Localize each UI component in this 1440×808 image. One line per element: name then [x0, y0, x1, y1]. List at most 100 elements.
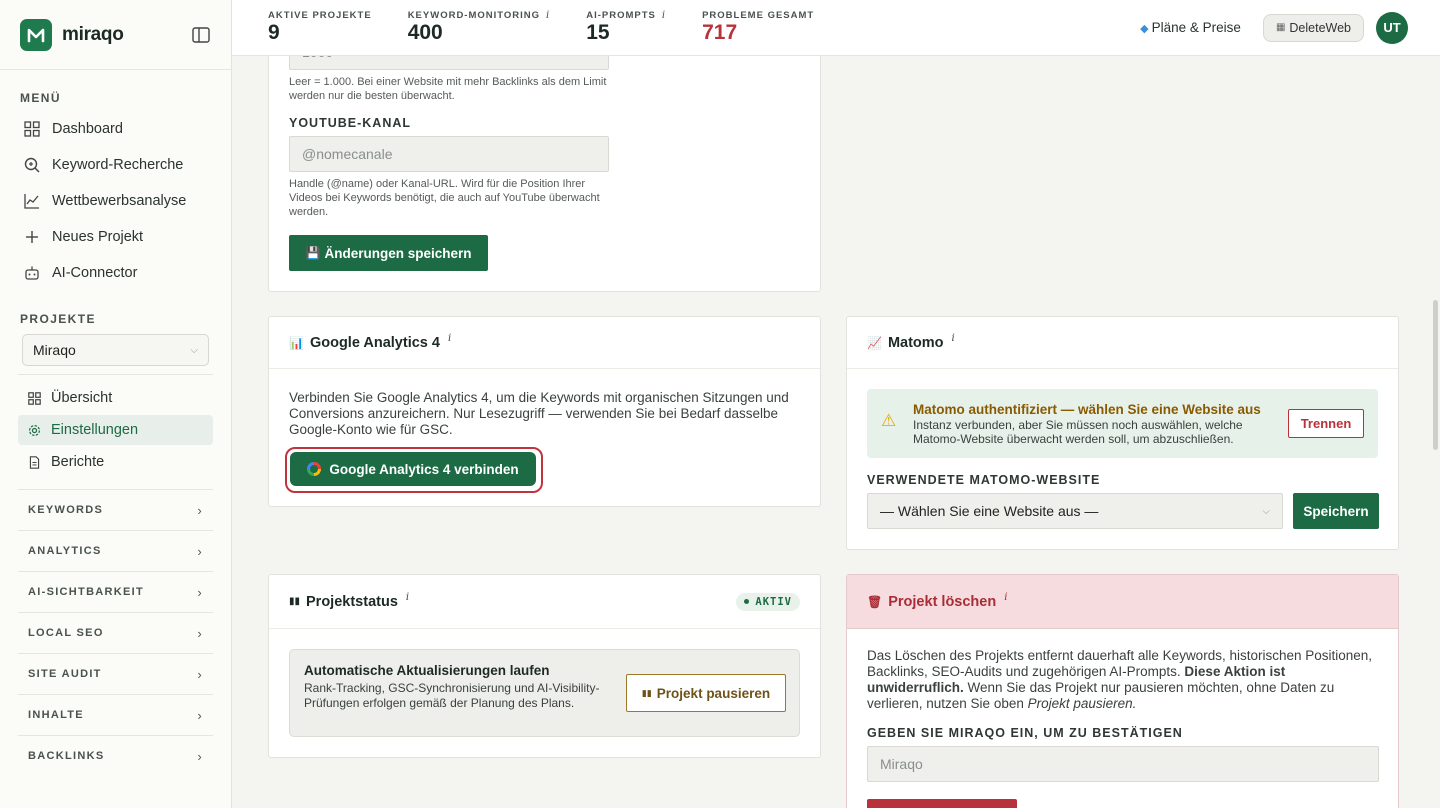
sidebar-item-label: Übersicht [51, 390, 113, 406]
delete-text-1: Das Löschen des Projekts entfernt dauerh… [867, 648, 1373, 679]
info-icon[interactable]: i [448, 333, 451, 344]
status-badge-label: AKTIV [755, 595, 792, 608]
sidebar-item-uebersicht[interactable]: Übersicht [18, 383, 213, 413]
sidebar-item-label: Wettbewerbsanalyse [52, 193, 187, 209]
stat-value: 15 [586, 21, 610, 45]
scrollbar-thumb[interactable] [1433, 300, 1438, 450]
pause-project-label: Projekt pausieren [656, 685, 771, 701]
workspace-label: DeleteWeb [1289, 20, 1351, 35]
matomo-card: 📈 Matomo i ⚠ Matomo authentifiziert — wä… [846, 316, 1399, 550]
info-icon[interactable]: i [546, 10, 550, 21]
group-label: KEYWORDS [28, 504, 104, 516]
stat-keyword-monitoring: KEYWORD-MONITORING i 400 [408, 10, 551, 44]
settings-card: 1000 Leer = 1.000. Bei einer Website mit… [268, 20, 821, 292]
chevron-right-icon: › [197, 543, 203, 559]
sidebar-item-label: Neues Projekt [52, 229, 144, 245]
delete-description: Das Löschen des Projekts entfernt dauerh… [867, 648, 1377, 712]
chevron-right-icon: › [197, 666, 203, 682]
delete-title: Projekt löschen [888, 593, 997, 610]
ga4-description: Verbinden Sie Google Analytics 4, um die… [289, 390, 789, 437]
group-label: BACKLINKS [28, 750, 105, 762]
chart-line-icon [24, 194, 39, 209]
sidebar-item-einstellungen[interactable]: Einstellungen [18, 415, 213, 445]
stat-value: 9 [268, 21, 280, 45]
sidebar-group-inhalte[interactable]: INHALTE › [18, 694, 213, 735]
youtube-input[interactable]: @nomecanale [289, 136, 609, 172]
delete-project-button[interactable] [867, 799, 1017, 808]
matomo-card-header: 📈 Matomo i [847, 317, 1398, 369]
brand-header: miraqo [0, 0, 231, 70]
disconnect-button[interactable]: Trennen [1288, 409, 1364, 438]
stat-ai-prompts: AI-PROMPTS i 15 [586, 10, 666, 44]
building-icon: ▦ [1275, 22, 1286, 33]
stat-label: AKTIVE PROJEKTE [268, 10, 372, 22]
grid-icon [24, 121, 40, 137]
status-card-header: ▮▮ Projektstatus i AKTIV [269, 575, 820, 629]
sidebar-group-backlinks[interactable]: BACKLINKS › [18, 735, 213, 776]
stat-label: AI-PROMPTS [586, 10, 656, 22]
status-box-title: Automatische Aktualisierungen laufen [304, 663, 550, 678]
sidebar-item-neues-projekt[interactable]: Neues Projekt [0, 219, 231, 255]
sidebar-item-keyword-recherche[interactable]: Keyword-Recherche [0, 147, 231, 183]
delete-card-header: 🗑 Projekt löschen i [847, 575, 1398, 629]
stat-label: PROBLEME GESAMT [702, 10, 815, 22]
delete-project-card: 🗑 Projekt löschen i Das Löschen des Proj… [846, 574, 1399, 808]
pause-project-button[interactable]: ▮▮ Projekt pausieren [626, 674, 786, 712]
pause-icon: ▮▮ [289, 596, 301, 607]
chevron-right-icon: › [197, 625, 203, 641]
sidebar-toggle-icon[interactable] [191, 25, 211, 45]
sidebar-item-wettbewerbsanalyse[interactable]: Wettbewerbsanalyse [0, 183, 231, 219]
stat-label: KEYWORD-MONITORING [407, 10, 541, 22]
info-icon[interactable]: i [1004, 592, 1007, 603]
group-label: LOCAL SEO [28, 627, 104, 639]
document-icon [29, 455, 40, 469]
sidebar: miraqo MENÜ Dashboard Keyword-Recherche … [0, 0, 232, 808]
backlink-limit-help: Leer = 1.000. Bei einer Website mit mehr… [289, 76, 607, 102]
matomo-title: Matomo [887, 334, 944, 351]
ga4-connect-button[interactable]: Google Analytics 4 verbinden [290, 452, 536, 486]
delete-confirm-input[interactable]: Miraqo [867, 746, 1379, 782]
confirm-label-part: GEBEN SIE [867, 726, 945, 740]
ga4-connect-label: Google Analytics 4 verbinden [329, 461, 519, 477]
youtube-label: YOUTUBE-KANAL [289, 116, 412, 130]
matomo-site-label: VERWENDETE MATOMO-WEBSITE [867, 473, 1101, 487]
project-select-value: Miraqo [33, 342, 76, 358]
group-label: AI-SICHTBARKEIT [28, 586, 145, 598]
sidebar-item-dashboard[interactable]: Dashboard [0, 111, 231, 147]
info-icon[interactable]: i [406, 592, 409, 603]
pause-icon: ▮▮ [641, 687, 652, 698]
miraqo-logo[interactable] [20, 18, 52, 51]
info-icon[interactable]: i [662, 10, 666, 21]
google-icon [307, 462, 322, 476]
sidebar-item-berichte[interactable]: Berichte [18, 447, 213, 477]
brand-name: miraqo [62, 23, 124, 45]
avatar[interactable]: UT [1376, 11, 1408, 44]
sidebar-item-ai-connector[interactable]: AI-Connector [0, 255, 231, 291]
matomo-save-button[interactable]: Speichern [1293, 493, 1379, 529]
warning-icon: ⚠ [881, 411, 897, 430]
sidebar-item-label: Keyword-Recherche [52, 157, 184, 173]
status-box-text: Rank-Tracking, GSC-Synchronisierung und … [304, 681, 600, 710]
project-select[interactable]: Miraqo ⌵ [22, 334, 209, 366]
info-icon[interactable]: i [952, 333, 955, 344]
top-bar: AKTIVE PROJEKTE 9 KEYWORD-MONITORING i 40… [232, 0, 1440, 56]
sidebar-item-label: Einstellungen [51, 422, 139, 438]
save-changes-button[interactable]: 💾 Änderungen speichern [289, 235, 488, 271]
matomo-site-select[interactable]: — Wählen Sie eine Website aus — ⌵ [867, 493, 1283, 529]
plus-icon [26, 231, 38, 243]
group-label: SITE AUDIT [28, 668, 102, 680]
sidebar-group-keywords[interactable]: KEYWORDS › [18, 489, 213, 530]
sidebar-group-local-seo[interactable]: LOCAL SEO › [18, 612, 213, 653]
search-icon [24, 157, 40, 173]
plans-pricing-link[interactable]: ◆ Pläne & Preise [1140, 20, 1241, 35]
robot-icon [25, 266, 39, 280]
ga4-card-header: 📊 Google Analytics 4 i [269, 317, 820, 369]
chevron-right-icon: › [197, 584, 203, 600]
sidebar-group-site-audit[interactable]: SITE AUDIT › [18, 653, 213, 694]
menu-section-label: MENÜ [20, 91, 61, 105]
project-status-card: ▮▮ Projektstatus i AKTIV Automatische Ak… [268, 574, 821, 758]
sidebar-group-ai-sichtbarkeit[interactable]: AI-SICHTBARKEIT › [18, 571, 213, 612]
workspace-button[interactable]: ▦ DeleteWeb [1262, 13, 1364, 42]
youtube-help: Handle (@name) oder Kanal-URL. Wird für … [289, 178, 600, 218]
sidebar-group-analytics[interactable]: ANALYTICS › [18, 530, 213, 571]
